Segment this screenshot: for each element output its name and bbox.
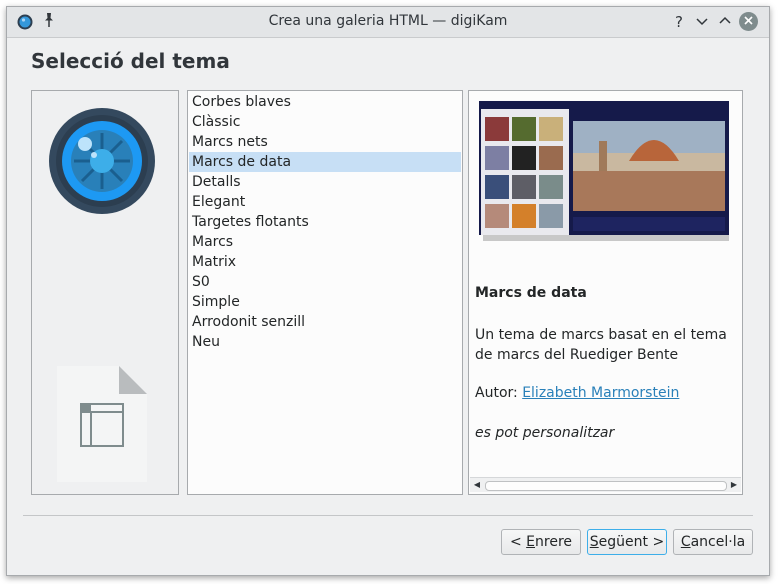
author-link[interactable]: Elizabeth Marmorstein	[522, 385, 679, 401]
theme-list-item[interactable]: Marcs nets	[189, 132, 461, 152]
scrollbar-track[interactable]	[485, 481, 727, 491]
next-button[interactable]: Següent >	[587, 529, 667, 555]
window-title: Crea una galeria HTML — digiKam	[268, 13, 508, 29]
cancel-mnemonic: C	[680, 534, 691, 550]
theme-name: Marcs de data	[475, 285, 587, 301]
cancel-label: ancel·la	[690, 534, 746, 550]
theme-list-item[interactable]: Simple	[189, 292, 461, 312]
back-mnemonic: E	[526, 534, 536, 550]
maximize-button[interactable]	[715, 12, 735, 32]
theme-list-item[interactable]: Matrix	[189, 252, 461, 272]
wizard-side-panel	[31, 90, 179, 495]
help-button[interactable]: ?	[669, 12, 689, 32]
theme-list-item[interactable]: Clàssic	[189, 112, 461, 132]
theme-author: Autor: Elizabeth Marmorstein	[475, 385, 679, 401]
theme-list[interactable]: Corbes blaves Clàssic Marcs nets Marcs de d…	[187, 90, 463, 495]
next-label: egüent >	[598, 534, 665, 550]
theme-list-item[interactable]: S0	[189, 272, 461, 292]
chevron-down-icon	[696, 18, 708, 26]
theme-preview-thumbnail	[479, 101, 729, 241]
theme-list-item[interactable]: Arrodonit senzill	[189, 312, 461, 332]
html-document-icon	[57, 366, 147, 482]
close-icon	[744, 16, 753, 25]
theme-list-item[interactable]: Elegant	[189, 192, 461, 212]
theme-list-item[interactable]: Marcs	[189, 232, 461, 252]
chevron-up-icon	[719, 16, 731, 24]
digikam-logo-icon	[49, 108, 155, 214]
theme-list-item[interactable]: Targetes flotants	[189, 212, 461, 232]
button-separator	[23, 515, 753, 516]
author-label: Autor:	[475, 385, 523, 401]
theme-list-item[interactable]: Neu	[189, 332, 461, 352]
theme-list-item[interactable]: Detalls	[189, 172, 461, 192]
customizable-note: es pot personalitzar	[475, 425, 615, 441]
minimize-button[interactable]	[692, 12, 712, 32]
theme-preview-panel: Marcs de data Un tema de marcs basat en …	[468, 90, 743, 495]
scroll-left-icon[interactable]: ◀	[470, 478, 484, 492]
dialog-window: Crea una galeria HTML — digiKam ? Selecc…	[6, 6, 770, 576]
back-prefix: <	[509, 534, 527, 550]
page-title: Selecció del tema	[31, 49, 230, 73]
preview-horizontal-scrollbar[interactable]: ◀ ▶	[470, 477, 741, 492]
theme-list-item[interactable]: Marcs de data	[189, 152, 461, 172]
theme-list-item[interactable]: Corbes blaves	[189, 92, 461, 112]
theme-description: Un tema de marcs basat en el tema de mar…	[475, 327, 727, 363]
cancel-button[interactable]: Cancel·la	[673, 529, 753, 555]
close-button[interactable]	[739, 12, 758, 31]
scroll-right-icon[interactable]: ▶	[727, 478, 741, 492]
title-bar: Crea una galeria HTML — digiKam ?	[7, 7, 769, 38]
back-button[interactable]: < Enrere	[501, 529, 581, 555]
back-label: nrere	[535, 534, 573, 550]
next-mnemonic: S	[589, 534, 599, 550]
